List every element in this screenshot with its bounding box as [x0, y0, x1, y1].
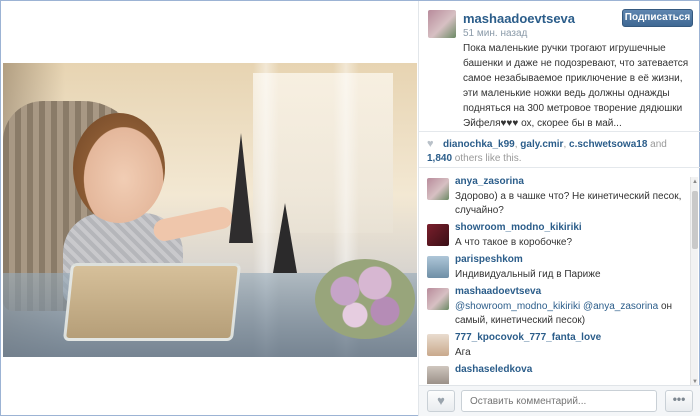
comments-list: anya_zasorina Здорово) а в чашке что? Не…: [419, 174, 689, 384]
scroll-up-arrow-icon[interactable]: ▲: [692, 179, 698, 185]
post-time: 51 мин. назад: [463, 28, 528, 39]
comments-scrollbar[interactable]: ▲ ▼: [690, 177, 698, 387]
photo-child-arm: [151, 204, 235, 244]
liker-username[interactable]: dianochka_k99: [443, 139, 515, 150]
heart-icon: ♥: [437, 393, 445, 408]
owner-username[interactable]: mashaadoevtseva: [463, 11, 575, 26]
photo-sand-box: [62, 263, 242, 341]
owner-avatar[interactable]: [428, 10, 456, 38]
commenter-username[interactable]: mashaadoevtseva: [455, 286, 541, 297]
photo-eiffel-tower-figurine: [273, 203, 297, 273]
likes-count[interactable]: 1,840: [427, 153, 452, 164]
liker-username[interactable]: c.schwetsowa18: [569, 139, 647, 150]
commenter-avatar[interactable]: [427, 256, 449, 278]
comment-text: А что такое в коробочке?: [455, 237, 573, 248]
commenter-username[interactable]: showroom_modno_kikiriki: [455, 222, 582, 233]
post-viewer: mashaadoevtseva 51 мин. назад Подписатьс…: [0, 0, 700, 416]
comment-text: Здорово) а в чашке что? Не кинетический …: [455, 191, 682, 216]
comment-input[interactable]: [461, 390, 657, 412]
likes-summary: ♥ dianochka_k99, galy.cmir, c.schwetsowa1…: [427, 137, 693, 166]
post-photo[interactable]: [3, 63, 417, 357]
comment-text: Ага: [455, 347, 471, 358]
photo-child-head: [73, 113, 165, 223]
comment-footer: ♥ •••: [419, 385, 700, 416]
commenter-avatar[interactable]: [427, 224, 449, 246]
post-side-panel: mashaadoevtseva 51 мин. назад Подписатьс…: [418, 1, 700, 416]
like-button[interactable]: ♥: [427, 390, 455, 412]
scrollbar-thumb[interactable]: [692, 191, 698, 249]
photo-flower-vase: [315, 259, 415, 339]
commenter-username[interactable]: 777_kpocovok_777_fanta_love: [455, 332, 601, 343]
follow-button[interactable]: Подписаться: [622, 9, 693, 27]
likes-separator: and: [647, 139, 667, 150]
more-options-button[interactable]: •••: [665, 390, 693, 412]
divider: [419, 131, 700, 132]
photo-eiffel-tower-figurine: [229, 133, 253, 243]
commenter-avatar[interactable]: [427, 366, 449, 384]
commenter-username[interactable]: parispeshkom: [455, 254, 523, 265]
commenter-username[interactable]: anya_zasorina: [455, 176, 524, 187]
commenter-username[interactable]: dashaseledkova: [455, 364, 532, 375]
likes-suffix: others like this.: [452, 153, 522, 164]
heart-icon: ♥: [427, 138, 434, 150]
comment-text: @showroom_modno_kikiriki @anya_zasorina …: [455, 300, 683, 328]
divider: [419, 167, 700, 168]
comment-text: Индивидуальный гид в Париже: [455, 269, 601, 280]
comment-mention[interactable]: @showroom_modno_kikiriki @anya_zasorina: [455, 301, 658, 312]
commenter-avatar[interactable]: [427, 288, 449, 310]
liker-username[interactable]: galy.cmir: [520, 139, 563, 150]
more-dots-icon: •••: [672, 392, 686, 406]
commenter-avatar[interactable]: [427, 178, 449, 200]
post-caption: Пока маленькие ручки трогают игрушечные …: [463, 43, 689, 129]
commenter-avatar[interactable]: [427, 334, 449, 356]
